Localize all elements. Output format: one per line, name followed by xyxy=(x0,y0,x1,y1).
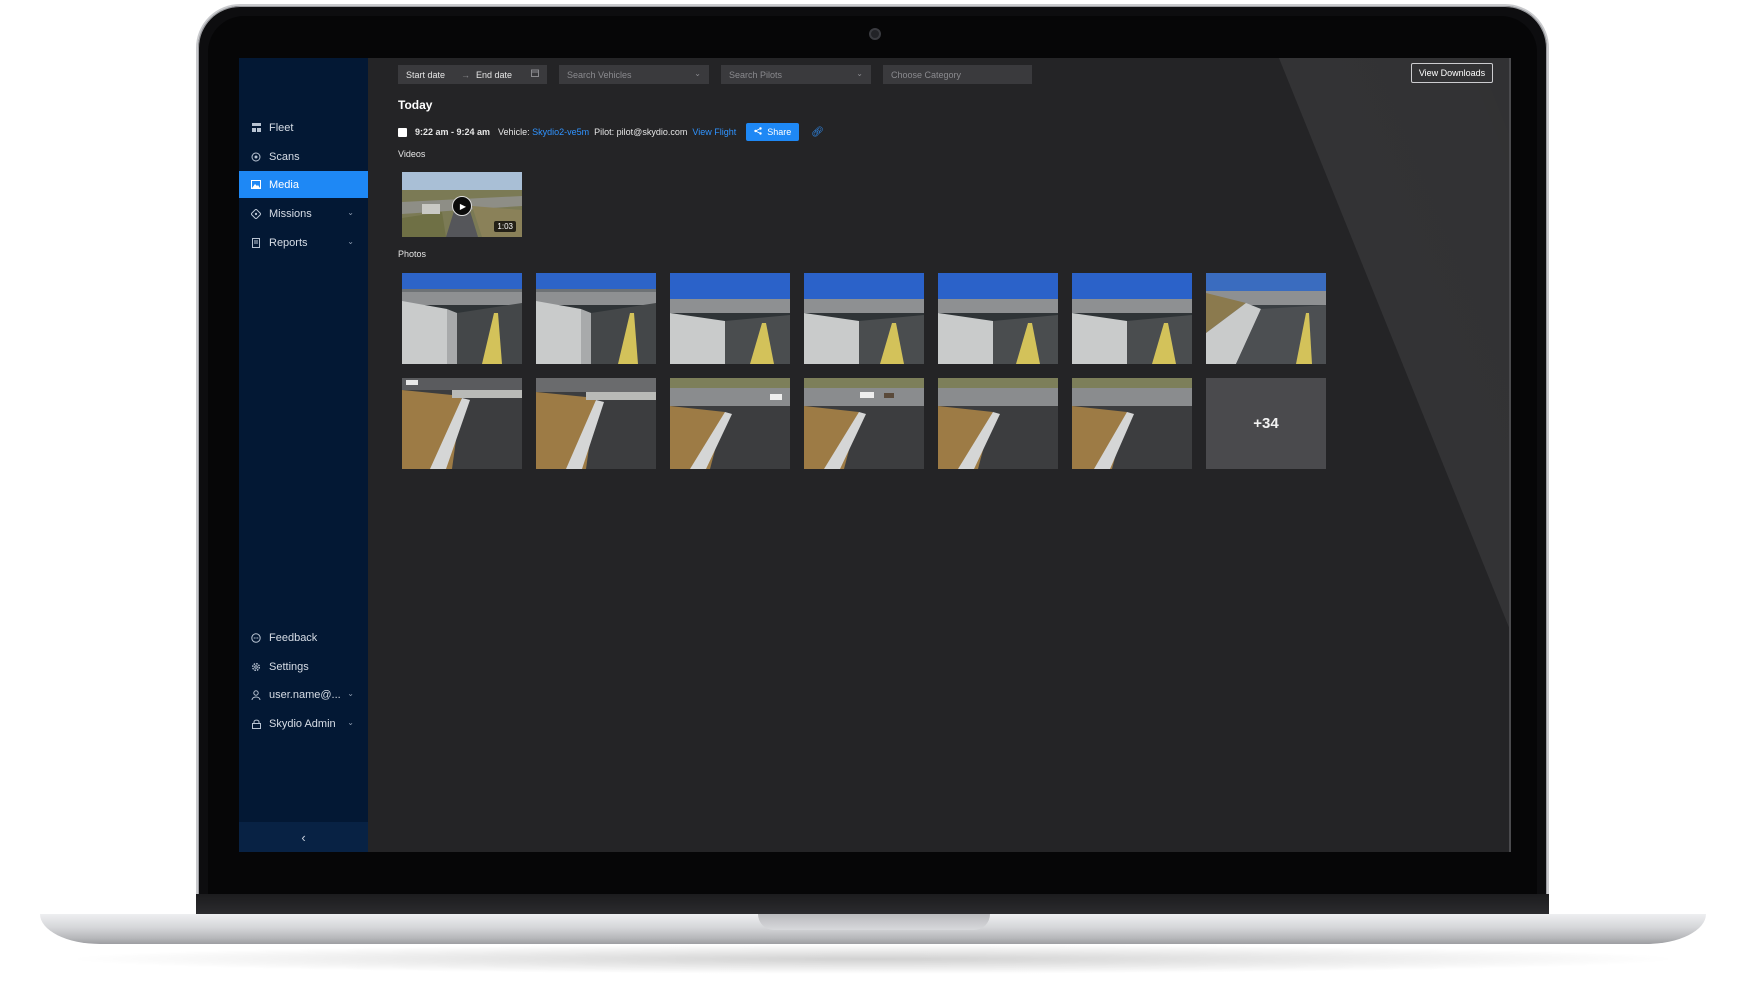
sidebar-item-label: Scans xyxy=(269,150,300,163)
choose-category-placeholder: Choose Category xyxy=(891,69,962,80)
collapse-sidebar-button[interactable]: ‹ xyxy=(239,822,368,852)
sidebar: Fleet Scans Media Missions ⌄ Reports ⌄ F… xyxy=(239,58,368,852)
chevron-down-icon: ⌄ xyxy=(347,689,354,698)
sidebar-item-media[interactable]: Media xyxy=(239,171,368,198)
date-range-picker[interactable]: Start date → End date xyxy=(398,65,547,84)
search-vehicles-select[interactable]: Search Vehicles ⌄ xyxy=(559,65,709,84)
more-photos-tile[interactable]: +34 xyxy=(1206,378,1326,469)
sidebar-item-label: Skydio Admin xyxy=(269,717,336,730)
missions-icon xyxy=(251,208,261,219)
app-screen: Fleet Scans Media Missions ⌄ Reports ⌄ F… xyxy=(239,58,1511,852)
settings-icon xyxy=(251,662,261,672)
flight-select-checkbox[interactable] xyxy=(398,127,407,137)
sidebar-item-user[interactable]: user.name@... ⌄ xyxy=(239,681,368,708)
share-button[interactable]: Share xyxy=(746,123,800,141)
videos-label: Videos xyxy=(398,149,426,159)
choose-category-select[interactable]: Choose Category xyxy=(883,65,1032,84)
pilot-value: pilot@skydio.com xyxy=(616,127,688,137)
photo-thumbnail[interactable] xyxy=(670,273,790,364)
photo-thumbnail[interactable] xyxy=(536,378,656,469)
link-icon[interactable]: 🔗︎ xyxy=(811,127,824,138)
sidebar-item-org[interactable]: Skydio Admin ⌄ xyxy=(239,710,368,737)
sidebar-item-label: Media xyxy=(269,178,299,191)
sidebar-item-label: Settings xyxy=(269,660,309,673)
arrow-right-icon: → xyxy=(461,69,471,80)
photo-thumbnail[interactable] xyxy=(536,273,656,364)
sidebar-item-scans[interactable]: Scans xyxy=(239,143,368,170)
flight-time: 9:22 am - 9:24 am xyxy=(415,127,491,137)
start-date-field[interactable]: Start date xyxy=(406,70,445,80)
photo-thumbnail[interactable] xyxy=(938,273,1058,364)
photo-thumbnail[interactable] xyxy=(402,273,522,364)
user-icon xyxy=(251,689,261,700)
sidebar-item-missions[interactable]: Missions ⌄ xyxy=(239,200,368,227)
search-pilots-select[interactable]: Search Pilots ⌄ xyxy=(721,65,871,84)
sidebar-item-label: Reports xyxy=(269,236,308,249)
share-button-label: Share xyxy=(767,127,792,137)
chevron-down-icon: ⌄ xyxy=(694,69,701,78)
day-heading: Today xyxy=(398,98,433,112)
laptop-opening-notch xyxy=(758,914,990,930)
photo-thumbnail[interactable] xyxy=(402,378,522,469)
scans-icon xyxy=(251,152,261,162)
play-icon: ▶ xyxy=(452,196,472,216)
photo-thumbnail[interactable] xyxy=(938,378,1058,469)
photo-thumbnail[interactable] xyxy=(804,378,924,469)
sidebar-item-reports[interactable]: Reports ⌄ xyxy=(239,229,368,256)
webcam xyxy=(869,28,881,40)
photos-label: Photos xyxy=(398,249,427,259)
search-vehicles-placeholder: Search Vehicles xyxy=(567,69,632,80)
chevron-down-icon: ⌄ xyxy=(347,718,354,727)
vehicle-link[interactable]: Skydio2-ve5m xyxy=(532,127,589,137)
reports-icon xyxy=(251,237,261,248)
sidebar-item-label: Feedback xyxy=(269,631,318,644)
view-downloads-button[interactable]: View Downloads xyxy=(1411,63,1493,83)
pilot-label: Pilot: xyxy=(594,127,615,137)
calendar-icon xyxy=(531,69,539,79)
view-flight-link[interactable]: View Flight xyxy=(692,127,736,137)
sidebar-item-settings[interactable]: Settings xyxy=(239,653,368,680)
photo-thumbnail[interactable] xyxy=(1206,273,1326,364)
vehicle-label: Vehicle: xyxy=(498,127,530,137)
photo-thumbnail[interactable] xyxy=(1072,378,1192,469)
photo-thumbnail[interactable] xyxy=(670,378,790,469)
chevron-down-icon: ⌄ xyxy=(856,69,863,78)
video-duration: 1:03 xyxy=(494,221,516,232)
photo-thumbnail[interactable] xyxy=(804,273,924,364)
chevron-left-icon: ‹ xyxy=(301,829,306,845)
search-pilots-placeholder: Search Pilots xyxy=(729,69,783,80)
sidebar-item-feedback[interactable]: Feedback xyxy=(239,624,368,651)
photo-thumbnail[interactable] xyxy=(1072,273,1192,364)
flight-row: 9:22 am - 9:24 am Vehicle: Skydio2-ve5m … xyxy=(398,123,824,141)
chevron-down-icon: ⌄ xyxy=(347,237,354,246)
sidebar-item-fleet[interactable]: Fleet xyxy=(239,114,368,141)
scrollbar-track xyxy=(1509,58,1511,852)
lock-icon xyxy=(251,719,261,729)
fleet-icon xyxy=(251,123,261,133)
video-thumbnail[interactable]: ▶ 1:03 xyxy=(402,172,522,237)
sidebar-item-label: Missions xyxy=(269,207,312,220)
feedback-icon xyxy=(251,632,261,643)
sidebar-item-label: Fleet xyxy=(269,121,294,134)
media-icon xyxy=(251,180,261,190)
laptop-shadow xyxy=(60,944,1686,974)
end-date-field[interactable]: End date xyxy=(476,70,512,80)
laptop-hinge xyxy=(196,894,1549,914)
sidebar-item-label: user.name@... xyxy=(269,688,341,701)
share-icon xyxy=(754,127,762,137)
chevron-down-icon: ⌄ xyxy=(347,208,354,217)
